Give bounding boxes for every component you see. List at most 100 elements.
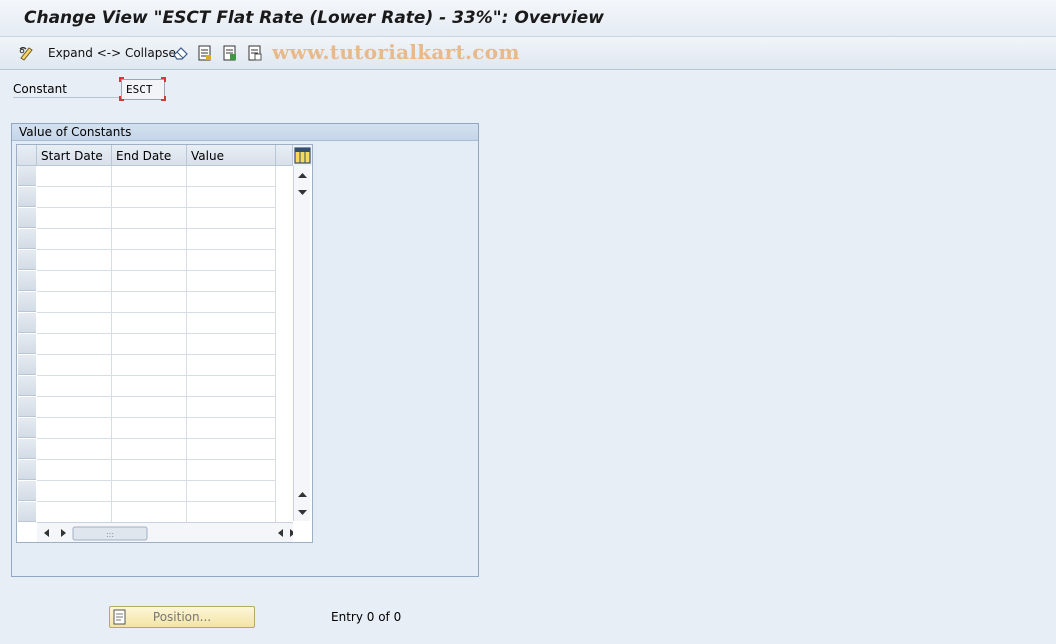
table-cell[interactable] — [187, 502, 276, 523]
details-button[interactable] — [197, 43, 213, 63]
table-cell[interactable] — [37, 313, 112, 334]
row-selector[interactable] — [18, 208, 36, 228]
row-selector[interactable] — [18, 313, 36, 333]
position-button[interactable]: Position... — [109, 606, 255, 628]
vertical-scrollbar[interactable] — [293, 166, 310, 521]
table-cell[interactable] — [112, 376, 187, 397]
row-selector[interactable] — [18, 502, 36, 522]
table-cell[interactable] — [187, 313, 276, 334]
table-cell[interactable] — [112, 271, 187, 292]
row-selector[interactable] — [18, 460, 36, 480]
table-cell[interactable] — [37, 271, 112, 292]
table-cell[interactable] — [187, 229, 276, 250]
table-cell[interactable] — [187, 292, 276, 313]
row-selector[interactable] — [18, 250, 36, 270]
column-header-end-date[interactable]: End Date — [112, 145, 187, 166]
table-cell[interactable] — [37, 397, 112, 418]
horizontal-scrollbar[interactable]: ::: — [37, 522, 295, 542]
scroll-arrows — [298, 173, 307, 515]
table-cell[interactable] — [112, 481, 187, 502]
table-cell[interactable] — [112, 313, 187, 334]
title-bar: Change View "ESCT Flat Rate (Lower Rate)… — [0, 0, 1056, 37]
column-header-start-date[interactable]: Start Date — [37, 145, 112, 166]
table-cell[interactable] — [112, 397, 187, 418]
table-cell[interactable] — [37, 502, 112, 523]
constants-table: Start Date End Date Value ::: — [16, 144, 313, 543]
row-selector[interactable] — [18, 271, 36, 291]
table-cell[interactable] — [112, 418, 187, 439]
scroll-right-icon — [61, 529, 66, 537]
table-cell[interactable] — [37, 229, 112, 250]
scroll-down-icon — [298, 492, 307, 497]
scroll-left-icon — [44, 529, 49, 537]
table-cell[interactable] — [187, 376, 276, 397]
table-cell[interactable] — [187, 250, 276, 271]
row-selector[interactable] — [18, 334, 36, 354]
scroll-right-end-icon — [290, 529, 295, 537]
row-selector[interactable] — [18, 397, 36, 417]
row-selector[interactable] — [18, 439, 36, 459]
row-selector[interactable] — [18, 481, 36, 501]
row-selector[interactable] — [18, 355, 36, 375]
table-cell[interactable] — [112, 208, 187, 229]
scroll-left-end-icon — [278, 529, 283, 537]
table-cell[interactable] — [187, 460, 276, 481]
table-cell[interactable] — [112, 334, 187, 355]
display-change-button[interactable] — [18, 43, 36, 63]
expand-collapse-button[interactable]: Expand <-> Collapse — [48, 43, 176, 63]
table-cell[interactable] — [112, 250, 187, 271]
table-cell[interactable] — [37, 208, 112, 229]
deselect-all-button[interactable] — [247, 43, 263, 63]
table-cell[interactable] — [37, 460, 112, 481]
row-selector[interactable] — [18, 292, 36, 312]
focus-corner — [119, 96, 124, 101]
table-cell[interactable] — [112, 187, 187, 208]
eraser-button[interactable] — [172, 43, 190, 63]
table-cell[interactable] — [112, 439, 187, 460]
group-title: Value of Constants — [12, 124, 478, 141]
select-all-rows-header[interactable] — [17, 145, 37, 166]
table-cell[interactable] — [112, 502, 187, 523]
table-cell[interactable] — [37, 481, 112, 502]
table-cell[interactable] — [112, 292, 187, 313]
hscroll-arrows: ::: — [44, 526, 295, 541]
table-cell[interactable] — [187, 166, 276, 187]
table-cell[interactable] — [112, 355, 187, 376]
table-cell[interactable] — [187, 187, 276, 208]
table-cell[interactable] — [37, 376, 112, 397]
table-cell[interactable] — [37, 418, 112, 439]
table-cell[interactable] — [37, 187, 112, 208]
table-cell[interactable] — [37, 166, 112, 187]
table-cell[interactable] — [187, 334, 276, 355]
row-selector[interactable] — [18, 418, 36, 438]
svg-text::::: ::: — [106, 530, 114, 539]
table-cell[interactable] — [37, 250, 112, 271]
position-icon — [113, 609, 126, 625]
row-selector[interactable] — [18, 187, 36, 207]
table-cell[interactable] — [187, 397, 276, 418]
table-cell[interactable] — [187, 481, 276, 502]
table-cell[interactable] — [187, 271, 276, 292]
table-cell[interactable] — [112, 460, 187, 481]
column-header-value[interactable]: Value — [187, 145, 276, 166]
row-selector[interactable] — [18, 376, 36, 396]
table-cell[interactable] — [187, 439, 276, 460]
table-settings-button[interactable] — [293, 145, 312, 166]
table-cell[interactable] — [37, 334, 112, 355]
table-cell[interactable] — [37, 439, 112, 460]
table-cell[interactable] — [187, 208, 276, 229]
select-all-button[interactable] — [222, 43, 238, 63]
application-toolbar: Expand <-> Collapse www.tutorialkart.com — [0, 37, 1056, 70]
row-selector[interactable] — [18, 229, 36, 249]
watermark: www.tutorialkart.com — [272, 40, 520, 64]
table-cell[interactable] — [37, 355, 112, 376]
table-cell[interactable] — [187, 355, 276, 376]
table-cell[interactable] — [187, 418, 276, 439]
table-cell[interactable] — [112, 166, 187, 187]
constant-field[interactable]: ESCT — [121, 79, 165, 100]
table-cell[interactable] — [112, 229, 187, 250]
row-selector[interactable] — [18, 166, 36, 186]
table-cell[interactable] — [37, 292, 112, 313]
select-all-icon — [223, 45, 236, 61]
scroll-up-icon — [298, 190, 307, 195]
